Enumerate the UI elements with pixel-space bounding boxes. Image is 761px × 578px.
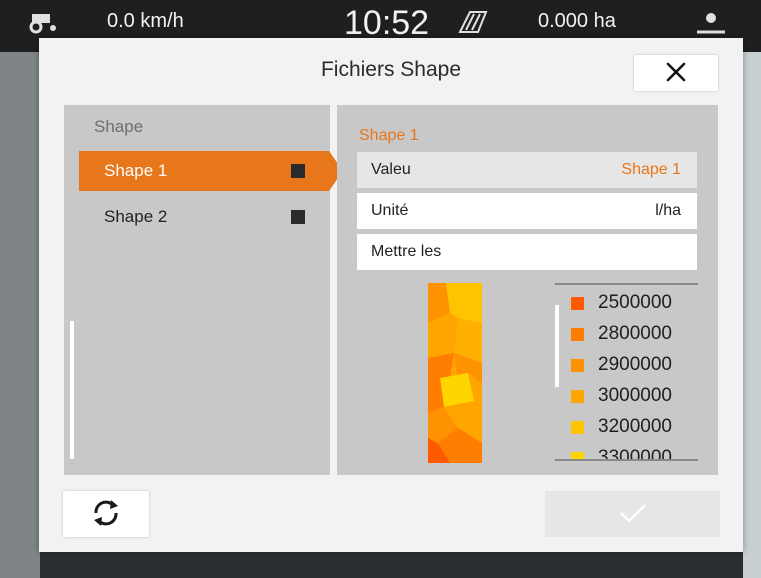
value-field: Shape 1 xyxy=(621,161,681,178)
background-toolbar xyxy=(40,552,743,578)
confirm-button[interactable] xyxy=(545,491,720,537)
legend-item: 2800000 xyxy=(571,322,672,346)
shape-square-icon xyxy=(291,210,305,224)
unit-value: l/ha xyxy=(655,202,681,219)
shape-list-item-2[interactable]: Shape 2 xyxy=(79,197,329,237)
set-label: Mettre les xyxy=(371,243,442,260)
set-row[interactable]: Mettre les xyxy=(357,234,697,270)
shape-list-item-label: Shape 1 xyxy=(104,161,168,180)
legend-item: 2500000 xyxy=(571,291,672,315)
shape-list-panel: Shape Shape 1 Shape 2 xyxy=(64,105,343,475)
legend-item: 3000000 xyxy=(571,384,672,408)
shape-preview-map xyxy=(428,283,482,463)
value-row: Valeu Shape 1 xyxy=(357,152,697,188)
close-icon xyxy=(665,61,687,86)
legend-value: 2800000 xyxy=(598,323,672,344)
check-icon xyxy=(618,502,648,527)
refresh-button[interactable] xyxy=(63,491,149,537)
legend-value: 3300000 xyxy=(598,447,672,459)
shape-list-scrollbar[interactable] xyxy=(70,321,74,459)
unit-row[interactable]: Unité l/ha xyxy=(357,193,697,229)
legend-value: 2900000 xyxy=(598,354,672,375)
legend-swatch xyxy=(571,420,584,434)
legend-value: 3200000 xyxy=(598,416,672,437)
value-label: Valeu xyxy=(371,161,411,178)
unit-label: Unité xyxy=(371,202,409,219)
legend-swatch xyxy=(571,451,584,459)
close-button[interactable] xyxy=(634,55,718,91)
tractor-icon xyxy=(26,10,64,40)
shape-details-header: Shape 1 xyxy=(359,127,419,144)
legend-swatch xyxy=(571,327,584,341)
legend-swatch xyxy=(571,358,584,372)
legend-value: 3000000 xyxy=(598,385,672,406)
legend-scrollbar[interactable] xyxy=(555,305,559,387)
area-readout: 0.000 ha xyxy=(538,10,616,32)
shape-square-icon xyxy=(291,164,305,178)
legend: 2500000 2800000 2900000 3000000 3200000 … xyxy=(555,283,698,459)
legend-item: 3300000 xyxy=(571,446,672,459)
legend-item: 2900000 xyxy=(571,353,672,377)
background-map-left xyxy=(0,52,40,578)
legend-item: 3200000 xyxy=(571,415,672,439)
shape-list-header: Shape xyxy=(94,117,144,136)
refresh-icon xyxy=(89,496,123,533)
background-map-right xyxy=(743,52,761,578)
legend-value: 2500000 xyxy=(598,292,672,313)
legend-swatch xyxy=(571,389,584,403)
shape-details-panel: Shape 1 Valeu Shape 1 Unité l/ha Mettre … xyxy=(337,105,718,475)
legend-divider-bottom xyxy=(555,459,698,461)
legend-swatch xyxy=(571,296,584,310)
shape-files-dialog: Fichiers Shape Shape Shape 1 Shape 2 Sha… xyxy=(39,38,743,552)
speed-readout: 0.0 km/h xyxy=(107,10,184,32)
shape-list-item-1[interactable]: Shape 1 xyxy=(79,151,343,191)
shape-list-item-label: Shape 2 xyxy=(104,207,168,226)
